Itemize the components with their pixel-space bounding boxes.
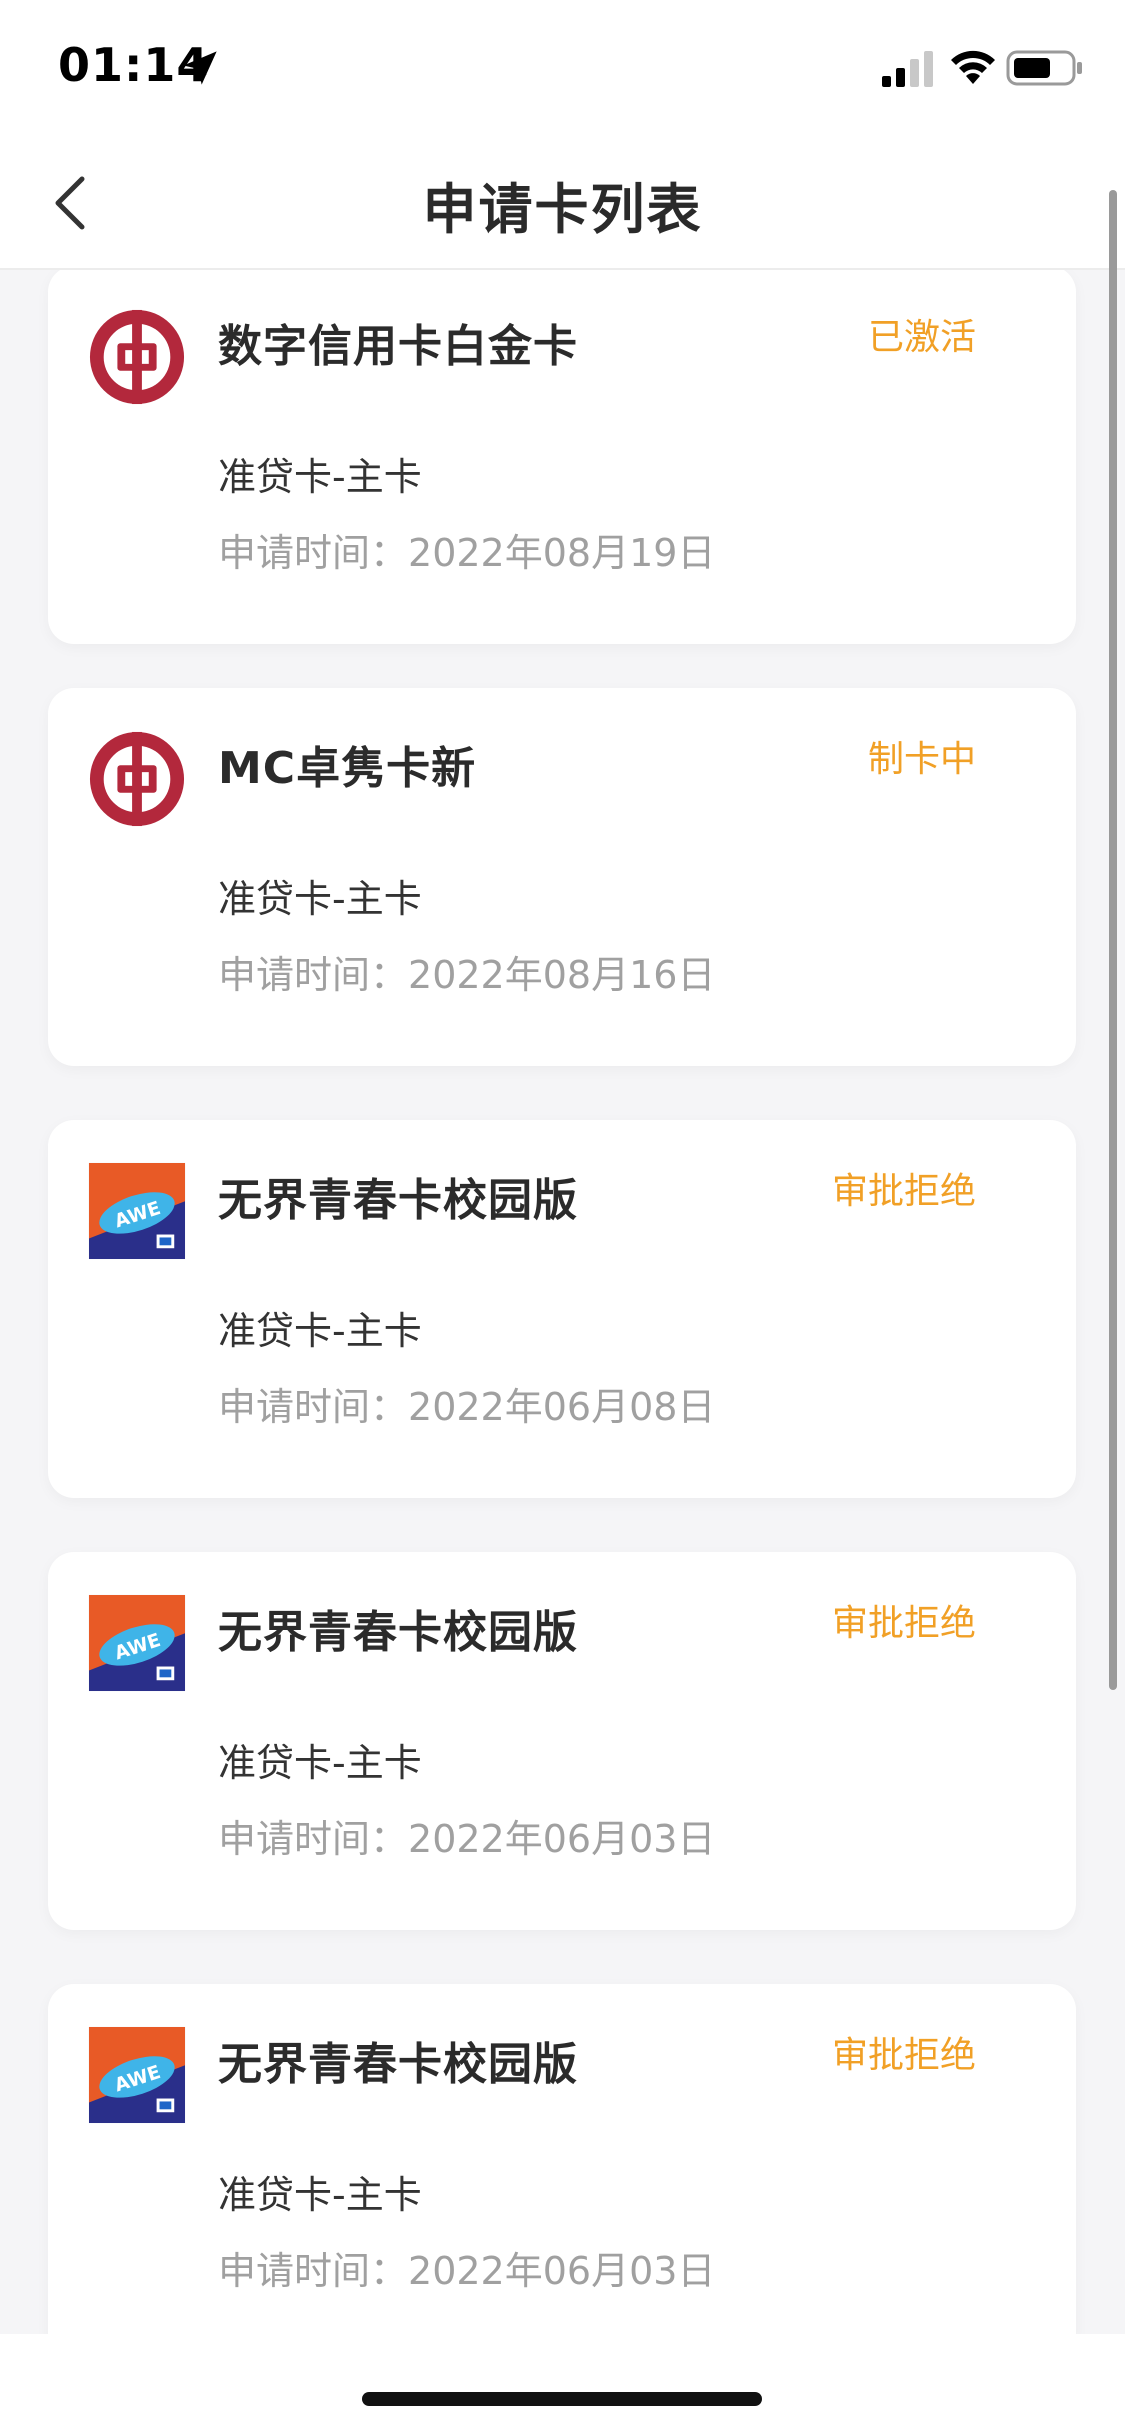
application-date: 申请时间：2022年06月08日 [218, 1376, 715, 1431]
bottom-safe-area [0, 2334, 1125, 2436]
date-label: 申请时间： [218, 531, 409, 575]
status-badge: 审批拒绝 [831, 1171, 976, 1212]
awesome-card-icon: AWE [88, 1162, 186, 1260]
date-label: 申请时间： [218, 2249, 409, 2293]
application-date: 申请时间：2022年06月03日 [218, 1808, 715, 1863]
status-badge: 审批拒绝 [831, 1603, 976, 1644]
battery-icon [1006, 50, 1082, 86]
location-arrow-icon [183, 51, 217, 85]
page-title: 申请卡列表 [422, 178, 703, 241]
card-name: 数字信用卡白金卡 [218, 321, 578, 372]
card-name: 无界青春卡校园版 [218, 1607, 578, 1658]
nav-bar: 申请卡列表 [0, 135, 1125, 270]
application-date: 申请时间：2022年06月03日 [218, 2240, 715, 2295]
status-badge: 制卡中 [867, 739, 976, 780]
card-item[interactable]: AWE 无界青春卡校园版 审批拒绝 准贷卡-主卡 申请时间：2022年06月08… [48, 1120, 1076, 1498]
card-name: 无界青春卡校园版 [218, 1175, 578, 1226]
card-list[interactable]: 数字信用卡白金卡 已激活 准贷卡-主卡 申请时间：2022年08月19日 MC卓… [0, 270, 1125, 2334]
home-indicator[interactable] [362, 2392, 762, 2406]
card-type: 准贷卡-主卡 [218, 2173, 422, 2217]
status-bar: 01:14 [0, 0, 1125, 135]
date-value: 2022年08月19日 [408, 531, 716, 575]
date-value: 2022年06月08日 [408, 1385, 716, 1429]
date-value: 2022年08月16日 [408, 953, 716, 997]
awesome-card-icon: AWE [88, 2026, 186, 2124]
date-value: 2022年06月03日 [408, 2249, 716, 2293]
cellular-signal-icon [882, 51, 933, 87]
card-item[interactable]: 数字信用卡白金卡 已激活 准贷卡-主卡 申请时间：2022年08月19日 [48, 270, 1076, 644]
card-item[interactable]: AWE 无界青春卡校园版 审批拒绝 准贷卡-主卡 申请时间：2022年06月03… [48, 1984, 1076, 2334]
date-label: 申请时间： [218, 1385, 409, 1429]
status-badge: 已激活 [867, 317, 976, 358]
boc-logo-icon [89, 309, 185, 405]
date-label: 申请时间： [218, 953, 409, 997]
card-name: 无界青春卡校园版 [218, 2039, 578, 2090]
application-date: 申请时间：2022年08月16日 [218, 944, 715, 999]
card-type: 准贷卡-主卡 [218, 1741, 422, 1785]
date-value: 2022年06月03日 [408, 1817, 716, 1861]
boc-logo-icon [89, 731, 185, 827]
scrollbar[interactable] [1109, 190, 1117, 1690]
status-badge: 审批拒绝 [831, 2035, 976, 2076]
card-name: MC卓隽卡新 [218, 743, 477, 794]
card-item[interactable]: AWE 无界青春卡校园版 审批拒绝 准贷卡-主卡 申请时间：2022年06月03… [48, 1552, 1076, 1930]
card-type: 准贷卡-主卡 [218, 455, 422, 499]
awesome-card-icon: AWE [88, 1594, 186, 1692]
card-item[interactable]: MC卓隽卡新 制卡中 准贷卡-主卡 申请时间：2022年08月16日 [48, 688, 1076, 1066]
application-date: 申请时间：2022年08月19日 [218, 522, 715, 577]
date-label: 申请时间： [218, 1817, 409, 1861]
wifi-icon [951, 50, 995, 84]
card-type: 准贷卡-主卡 [218, 877, 422, 921]
card-type: 准贷卡-主卡 [218, 1309, 422, 1353]
